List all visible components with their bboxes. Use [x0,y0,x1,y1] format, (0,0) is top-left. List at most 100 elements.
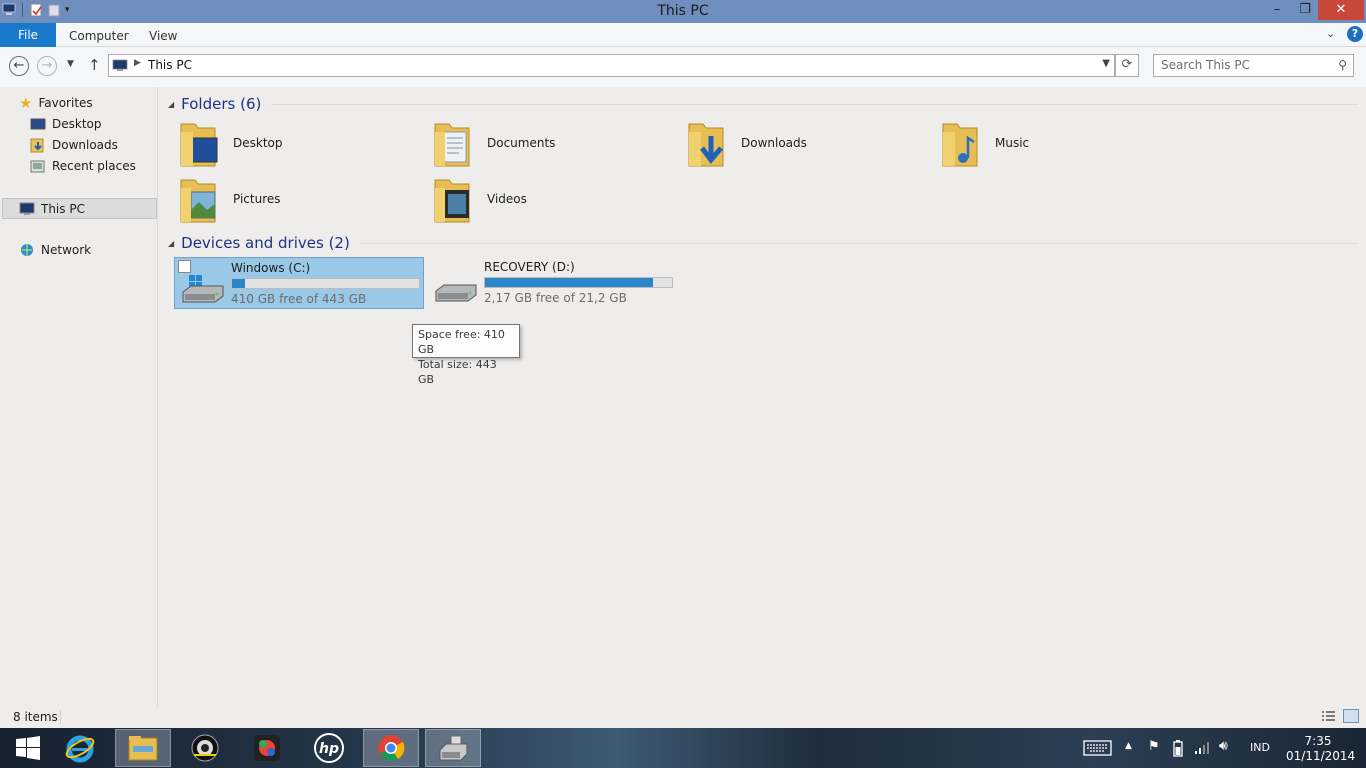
documents-folder-icon [434,123,470,167]
breadcrumb-arrow-icon[interactable]: ▶ [134,58,141,68]
sidebar-item-favorites[interactable]: ★ Favorites [19,93,93,113]
tab-file[interactable]: File [0,23,56,47]
collapse-icon[interactable]: ◢ [168,239,174,248]
sidebar-item-this-pc[interactable]: This PC [2,198,157,219]
volume-icon[interactable]: 🔊︎ [1219,738,1228,754]
tooltip-space-free: Space free: 410 GB [418,328,505,356]
pictures-folder-icon [180,179,216,223]
minimize-button[interactable]: – [1262,0,1292,20]
action-center-flag-icon[interactable]: ⚑ [1148,739,1160,754]
taskbar-chrome[interactable] [363,729,419,767]
sidebar-item-label: Downloads [52,138,118,152]
clock-date: 01/11/2014 [1286,749,1356,763]
show-hidden-icons-icon[interactable]: ▲ [1125,741,1132,751]
sidebar-item-downloads[interactable]: Downloads [30,135,118,155]
this-pc-icon [112,59,128,71]
chrome-icon [378,735,405,761]
address-row: ← → ▼ ↑ ▶ This PC ▼ ⟳ ⚲ [0,47,1366,87]
taskbar-file-explorer[interactable] [115,729,171,767]
collapse-icon[interactable]: ◢ [168,100,174,109]
clock-time: 7:35 [1304,734,1332,748]
webcam-icon [191,734,219,762]
expand-ribbon-icon[interactable]: ⌄ [1326,27,1335,40]
sidebar-item-desktop[interactable]: Desktop [30,114,102,134]
sidebar-item-recent-places[interactable]: Recent places [30,156,136,176]
downloads-folder-icon [688,123,724,167]
media-app-icon [254,735,280,761]
internet-explorer-icon [65,735,95,763]
details-view-icon[interactable] [1321,710,1336,722]
hp-logo-icon: hp [314,733,344,763]
recent-locations-icon[interactable]: ▼ [67,59,74,69]
devices-group-header[interactable]: ◢ Devices and drives (2) [168,234,1358,252]
status-bar: 8 items [0,707,1366,728]
folder-music[interactable]: Music [941,118,1029,168]
folder-pictures[interactable]: Pictures [179,174,281,224]
tab-computer[interactable]: Computer [69,23,129,47]
status-divider [60,710,61,724]
music-folder-icon [942,123,978,167]
selection-checkbox[interactable] [178,260,191,273]
hard-drive-icon [439,735,468,761]
folders-group-header[interactable]: ◢ Folders (6) [168,95,1358,113]
folder-videos[interactable]: Videos [433,174,527,224]
search-box[interactable]: ⚲ [1153,54,1354,77]
drive-usage-bar [484,277,673,288]
clock[interactable]: 7:35 01/11/2014 [1286,734,1356,764]
hard-drive-windows-icon [182,275,224,303]
window-title: This PC [657,3,709,19]
folder-downloads[interactable]: Downloads [687,118,807,168]
close-button[interactable]: ✕ [1318,0,1364,20]
sidebar-item-network[interactable]: Network [19,240,91,260]
taskbar-media-app[interactable] [239,729,295,767]
folder-label: Desktop [233,136,283,150]
back-button[interactable]: ← [9,56,29,76]
sidebar-item-label: This PC [41,201,85,216]
this-pc-icon [19,202,35,215]
folder-label: Videos [487,192,527,206]
file-explorer-icon [128,736,158,761]
drive-usage-fill [232,279,246,288]
language-indicator[interactable]: IND [1250,741,1270,754]
address-dropdown-icon[interactable]: ▼ [1102,58,1110,69]
group-title: Devices and drives (2) [181,234,350,252]
folder-label: Music [995,136,1030,150]
ribbon-tabs: File Computer View ⌄ ? [0,23,1366,47]
videos-folder-icon [434,179,470,223]
network-signal-icon[interactable] [1194,741,1210,755]
search-input[interactable] [1161,58,1331,72]
folder-label: Documents [487,136,556,150]
sidebar-item-label: Desktop [52,117,102,131]
refresh-button[interactable]: ⟳ [1115,54,1139,77]
taskbar-camera-app[interactable] [177,729,233,767]
keyboard-icon[interactable] [1083,740,1112,756]
folder-desktop[interactable]: Desktop [179,118,283,168]
recent-places-icon [30,160,45,173]
start-button[interactable] [0,729,56,767]
breadcrumb[interactable]: This PC [148,58,192,72]
taskbar-hp-app[interactable]: hp [301,729,357,767]
hard-drive-icon [435,284,477,302]
battery-icon[interactable] [1171,739,1187,757]
folder-label: Pictures [233,192,281,206]
up-button[interactable]: ↑ [88,56,101,74]
search-icon[interactable]: ⚲ [1338,58,1347,72]
network-icon [21,244,33,256]
forward-button[interactable]: → [37,56,57,76]
large-icons-view-icon[interactable] [1343,709,1359,723]
help-icon[interactable]: ? [1347,26,1363,42]
drive-free-space: 410 GB free of 443 GB [231,292,367,306]
drive-c[interactable]: Windows (C:) 410 GB free of 443 GB [174,257,424,309]
tab-view[interactable]: View [149,23,177,47]
desktop-icon [30,118,46,130]
taskbar-drive-app[interactable] [425,729,481,767]
sidebar-item-label: Recent places [52,159,136,173]
restore-button[interactable]: ❐ [1291,0,1319,20]
desktop-folder-icon [180,123,218,167]
taskbar-internet-explorer[interactable] [52,729,108,767]
folder-documents[interactable]: Documents [433,118,555,168]
drive-d[interactable]: RECOVERY (D:) 2,17 GB free of 21,2 GB [428,257,678,309]
address-bar[interactable]: ▶ This PC ▼ [108,54,1115,77]
windows-logo-icon [16,736,40,760]
drive-free-space: 2,17 GB free of 21,2 GB [484,291,627,305]
